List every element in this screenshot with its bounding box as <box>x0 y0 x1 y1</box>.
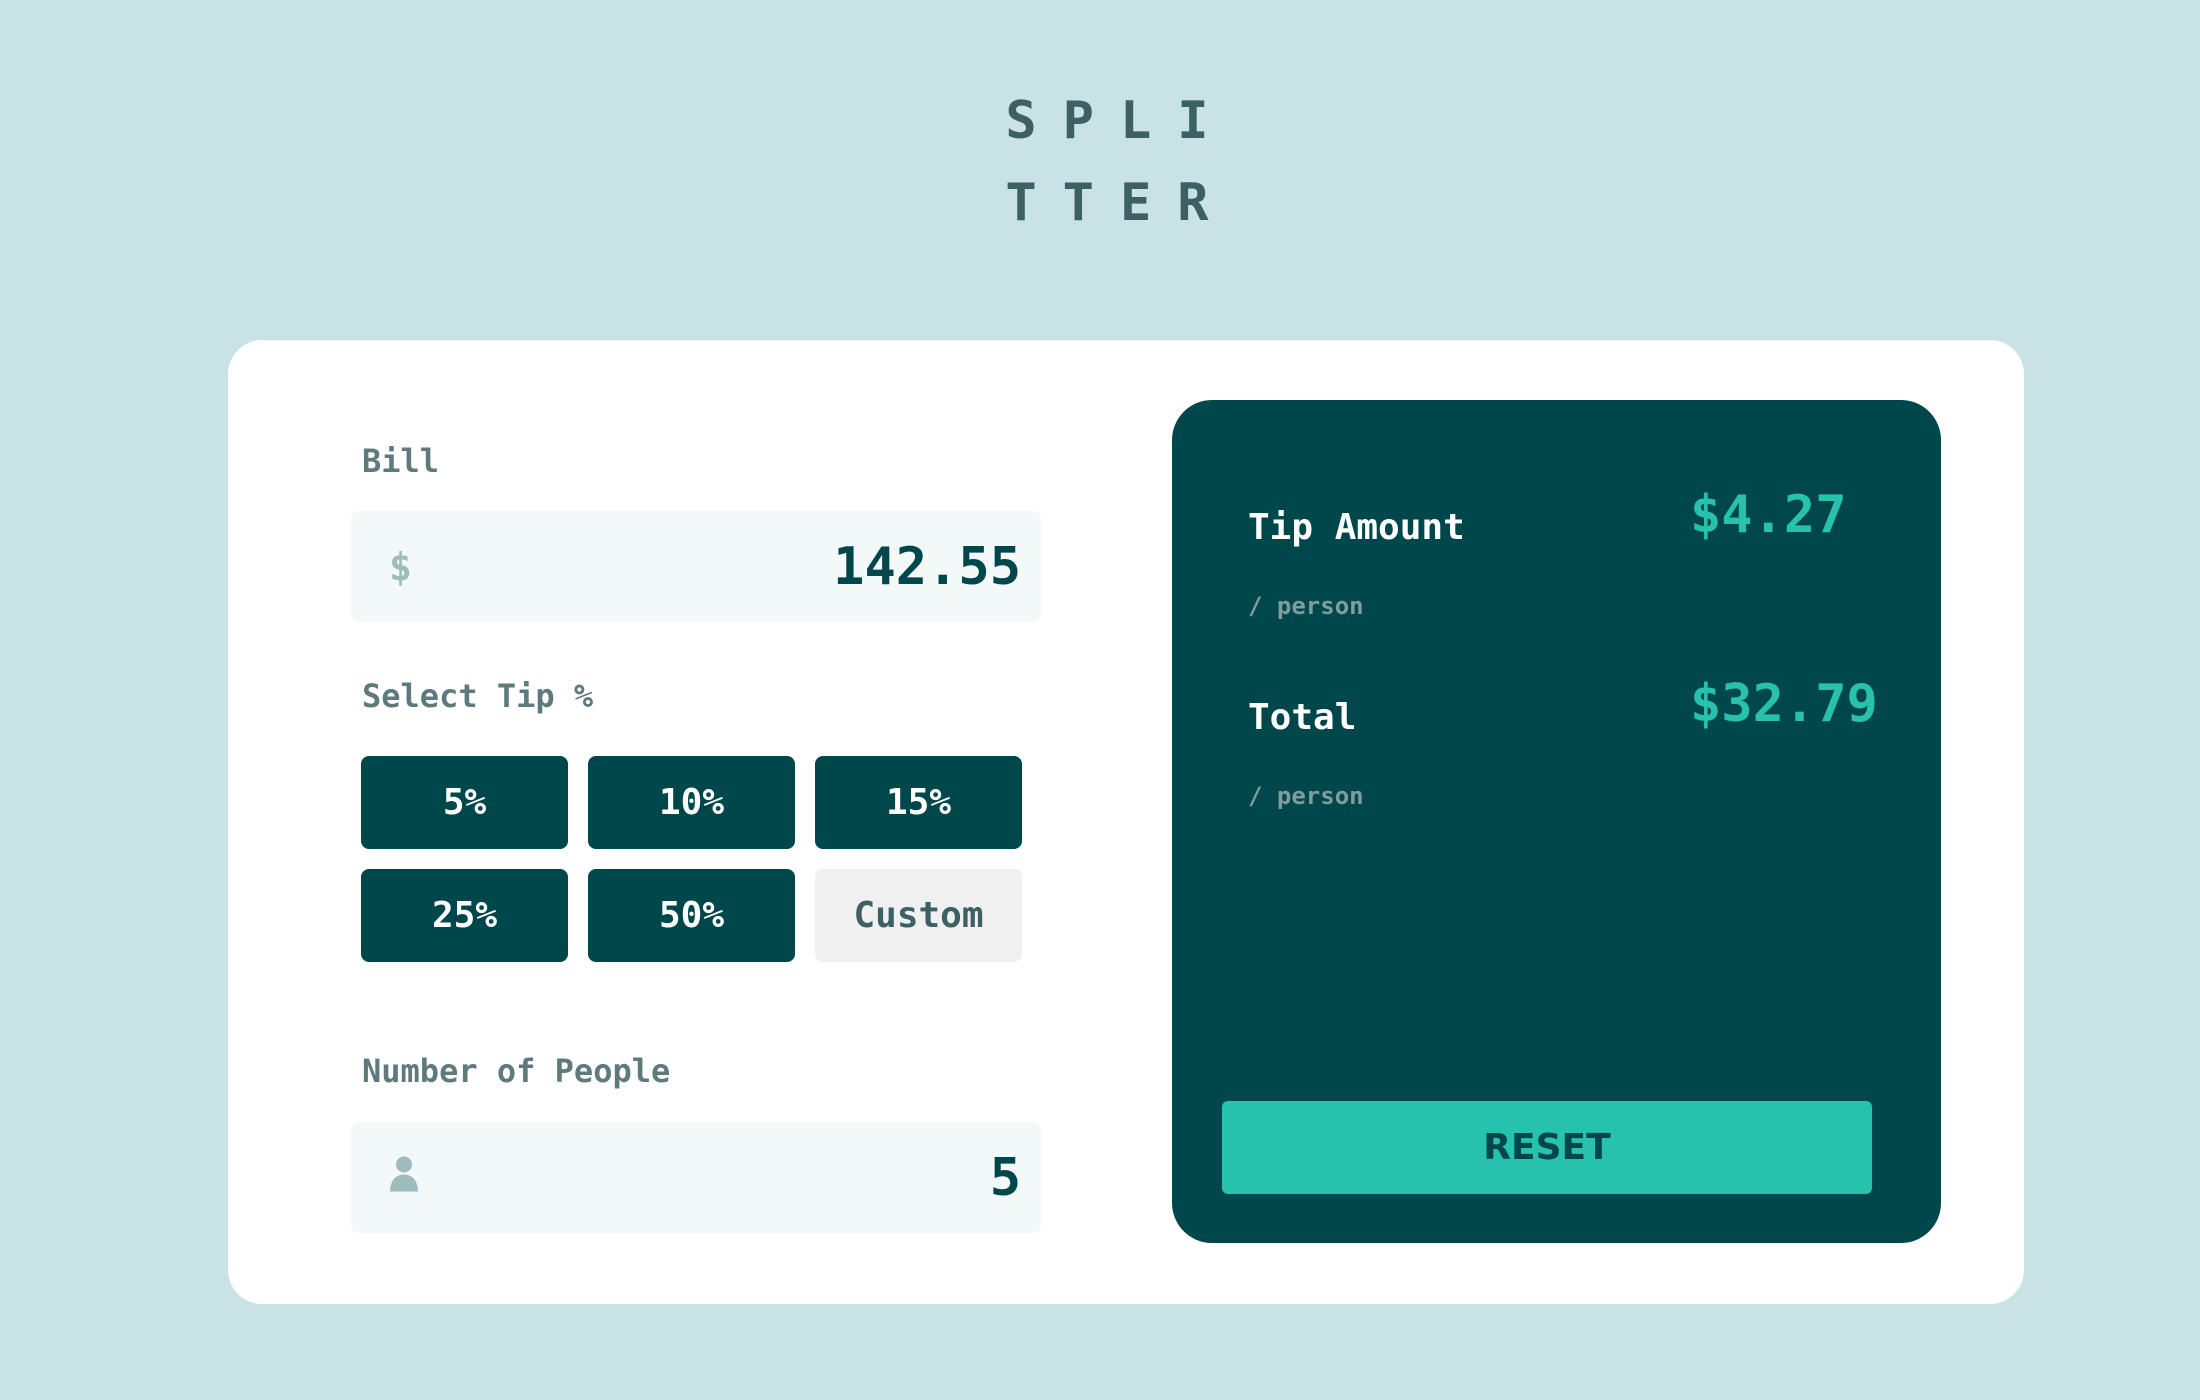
results-panel: Tip Amount / person $4.27 Total / person… <box>1172 400 1941 1243</box>
select-tip-label: Select Tip % <box>362 677 594 715</box>
bill-label: Bill <box>362 442 440 480</box>
person-icon <box>389 1155 419 1200</box>
tip-amount-value: $4.27 <box>1690 485 1847 545</box>
people-value: 5 <box>989 1147 1021 1208</box>
bill-value: 142.55 <box>833 536 1021 597</box>
people-input[interactable]: 5 <box>351 1122 1041 1233</box>
tip-25-button[interactable]: 25% <box>361 869 568 962</box>
tip-10-button[interactable]: 10% <box>588 756 795 849</box>
tip-5-button[interactable]: 5% <box>361 756 568 849</box>
reset-button[interactable]: RESET <box>1222 1101 1872 1194</box>
logo-line-2: TTER <box>1005 173 1235 233</box>
app-logo: SPLI TTER <box>1000 80 1240 244</box>
tip-15-button[interactable]: 15% <box>815 756 1022 849</box>
total-per-person-label: / person <box>1248 782 1364 810</box>
dollar-icon: $ <box>389 544 412 589</box>
logo-line-1: SPLI <box>1005 91 1235 151</box>
total-label: Total <box>1248 697 1357 738</box>
bill-input[interactable]: $ 142.55 <box>351 511 1041 622</box>
tip-amount-label: Tip Amount <box>1248 507 1465 548</box>
tip-amount-per-person-label: / person <box>1248 592 1364 620</box>
tip-50-button[interactable]: 50% <box>588 869 795 962</box>
total-value: $32.79 <box>1690 674 1878 734</box>
tip-custom-input[interactable]: Custom <box>815 869 1022 962</box>
people-label: Number of People <box>362 1052 671 1090</box>
